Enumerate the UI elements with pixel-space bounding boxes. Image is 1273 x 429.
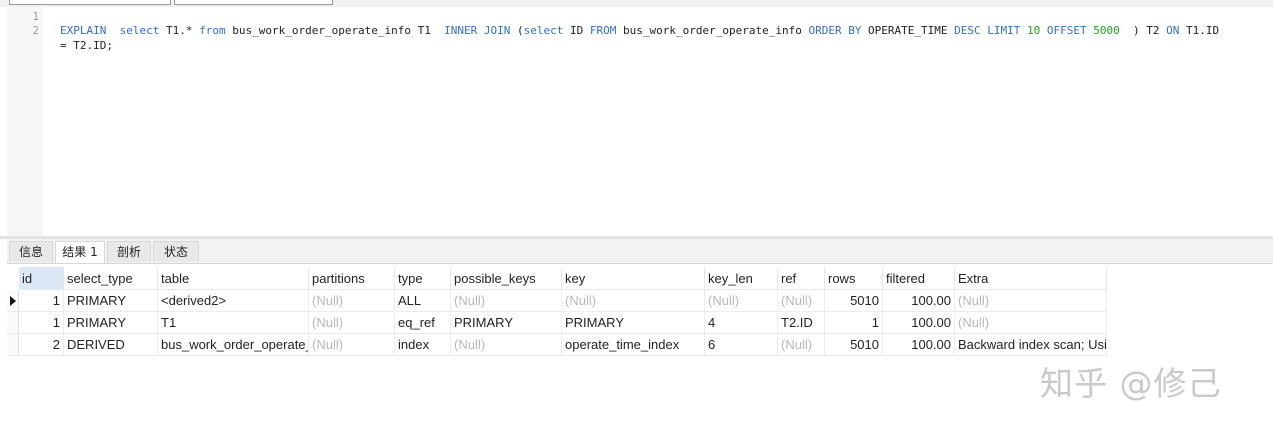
column-header-possible-keys[interactable]: possible_keys: [451, 267, 562, 290]
sql-token: ID: [563, 24, 590, 37]
sql-token: select: [523, 24, 564, 37]
table-cell[interactable]: 100.00: [883, 312, 955, 334]
table-cell[interactable]: (Null): [705, 290, 778, 312]
sql-token: INNER JOIN: [444, 24, 511, 37]
table-cell[interactable]: Backward index scan; Using index: [955, 334, 1107, 356]
top-toolbar-strip: [0, 0, 1273, 7]
column-header-table[interactable]: table: [158, 267, 309, 290]
sql-token: ORDER BY: [808, 24, 862, 37]
sql-line-2[interactable]: EXPLAIN select T1.* from bus_work_order_…: [60, 24, 1219, 38]
sql-token: bus_work_order_operate_info T1: [225, 24, 445, 37]
column-header-filtered[interactable]: filtered: [883, 267, 955, 290]
table-cell[interactable]: operate_time_index: [562, 334, 705, 356]
toolbar-field-1[interactable]: [9, 0, 171, 5]
row-header[interactable]: [7, 290, 19, 312]
line-number: 1: [32, 11, 39, 23]
sql-token: EXPLAIN: [60, 24, 107, 37]
table-cell[interactable]: T2.ID: [778, 312, 825, 334]
table-cell[interactable]: <derived2>: [158, 290, 309, 312]
row-header[interactable]: [7, 334, 19, 356]
sql-token: T1.ID: [1179, 24, 1220, 37]
table-cell[interactable]: 5010: [825, 290, 883, 312]
line-number-gutter: 1 2: [7, 7, 43, 236]
column-header-ref[interactable]: ref: [778, 267, 825, 290]
table-cell[interactable]: (Null): [955, 312, 1107, 334]
sql-editor[interactable]: 1 2 EXPLAIN select T1.* from bus_work_or…: [0, 7, 1273, 236]
watermark: 知乎 @修己: [1040, 364, 1222, 403]
table-cell[interactable]: (Null): [309, 290, 395, 312]
sql-token: (: [510, 24, 524, 37]
column-header-rows[interactable]: rows: [825, 267, 883, 290]
table-cell[interactable]: PRIMARY: [562, 312, 705, 334]
sql-token: ON: [1166, 24, 1180, 37]
table-cell[interactable]: PRIMARY: [451, 312, 562, 334]
sql-token: bus_work_order_operate_info: [616, 24, 809, 37]
column-header-id[interactable]: id: [19, 267, 64, 290]
column-header-type[interactable]: type: [395, 267, 451, 290]
sql-token: OPERATE_TIME: [861, 24, 955, 37]
sql-token: 5000: [1093, 24, 1120, 37]
tab-status[interactable]: 状态: [153, 241, 199, 262]
column-header-partitions[interactable]: partitions: [309, 267, 395, 290]
table-cell[interactable]: (Null): [778, 334, 825, 356]
table-cell[interactable]: 1: [19, 312, 64, 334]
tab-info[interactable]: 信息: [9, 241, 53, 262]
result-tab-bar: 信息 结果 1 剖析 状态: [7, 239, 1273, 264]
table-cell[interactable]: (Null): [309, 334, 395, 356]
sql-token: FROM: [589, 24, 617, 37]
column-header-key-len[interactable]: key_len: [705, 267, 778, 290]
table-cell[interactable]: 6: [705, 334, 778, 356]
sql-token: T1.*: [159, 24, 200, 37]
sql-line-2-wrap[interactable]: = T2.ID;: [60, 39, 113, 53]
table-cell[interactable]: (Null): [451, 334, 562, 356]
table-cell[interactable]: PRIMARY: [64, 290, 158, 312]
table-cell[interactable]: DERIVED: [64, 334, 158, 356]
sql-token: OFFSET: [1046, 24, 1087, 37]
table-cell[interactable]: (Null): [309, 312, 395, 334]
table-cell[interactable]: eq_ref: [395, 312, 451, 334]
sql-token: 10: [1027, 24, 1041, 37]
table-cell[interactable]: 1: [825, 312, 883, 334]
column-header-Extra[interactable]: Extra: [955, 267, 1107, 290]
table-cell[interactable]: (Null): [778, 290, 825, 312]
row-header[interactable]: [7, 312, 19, 334]
table-cell[interactable]: 100.00: [883, 334, 955, 356]
column-header-key[interactable]: key: [562, 267, 705, 290]
table-cell[interactable]: 4: [705, 312, 778, 334]
table-cell[interactable]: T1: [158, 312, 309, 334]
table-cell[interactable]: PRIMARY: [64, 312, 158, 334]
current-row-arrow-icon: [10, 296, 16, 306]
column-header-select-type[interactable]: select_type: [64, 267, 158, 290]
table-cell[interactable]: 1: [19, 290, 64, 312]
table-cell[interactable]: (Null): [451, 290, 562, 312]
tab-profile[interactable]: 剖析: [107, 241, 151, 262]
table-cell[interactable]: 2: [19, 334, 64, 356]
table-cell[interactable]: 100.00: [883, 290, 955, 312]
table-cell[interactable]: (Null): [562, 290, 705, 312]
sql-token: ) T2: [1119, 24, 1167, 37]
table-cell[interactable]: (Null): [955, 290, 1107, 312]
sql-token: from: [199, 24, 226, 37]
line-number: 2: [32, 25, 39, 37]
tab-result-1[interactable]: 结果 1: [55, 241, 105, 263]
table-cell[interactable]: index: [395, 334, 451, 356]
table-cell[interactable]: ALL: [395, 290, 451, 312]
sql-token: select: [119, 24, 160, 37]
toolbar-field-2[interactable]: [174, 0, 333, 5]
table-cell[interactable]: 5010: [825, 334, 883, 356]
table-cell[interactable]: bus_work_order_operate_info: [158, 334, 309, 356]
sql-token: DESC LIMIT: [954, 24, 1021, 37]
